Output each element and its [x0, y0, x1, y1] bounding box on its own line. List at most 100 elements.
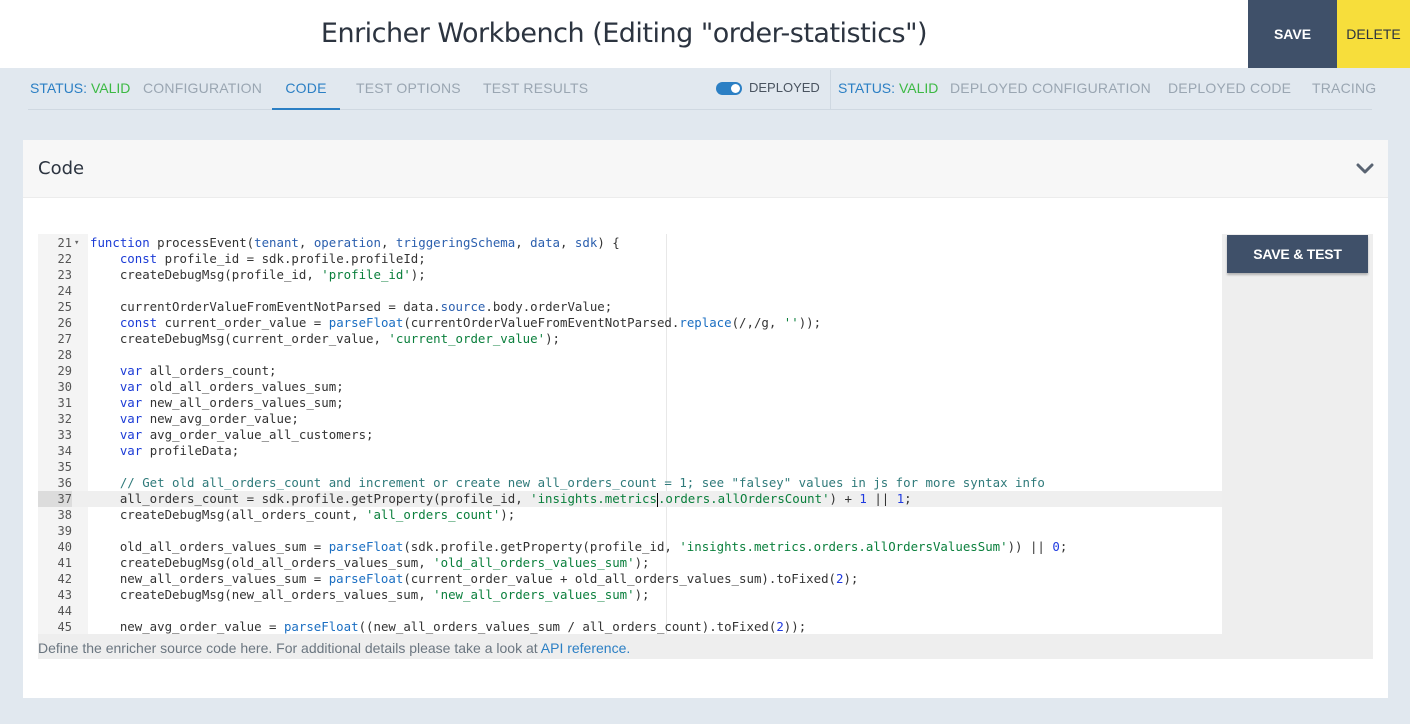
code-line[interactable]: 27 createDebugMsg(current_order_value, '… — [38, 331, 1222, 347]
deployed-toggle[interactable] — [716, 82, 742, 95]
tab-code[interactable]: CODE — [272, 68, 340, 110]
line-text: var new_all_orders_values_sum; — [119, 395, 344, 410]
line-text: var old_all_orders_values_sum; — [119, 379, 344, 394]
code-line[interactable]: 45 new_avg_order_value = parseFloat((new… — [38, 619, 1222, 634]
code-line[interactable]: 25 currentOrderValueFromEventNotParsed =… — [38, 299, 1222, 315]
toggle-knob — [731, 84, 740, 93]
line-number: 44 — [57, 604, 72, 618]
code-line[interactable]: 42 new_all_orders_values_sum = parseFloa… — [38, 571, 1222, 587]
save-button[interactable]: SAVE — [1248, 0, 1337, 68]
line-number: 35 — [57, 460, 72, 474]
code-line[interactable]: 26 const current_order_value = parseFloa… — [38, 315, 1222, 331]
code-line[interactable]: 31 var new_all_orders_values_sum; — [38, 395, 1222, 411]
line-text: function processEvent(tenant, operation,… — [90, 235, 620, 250]
code-line[interactable]: 23 createDebugMsg(profile_id, 'profile_i… — [38, 267, 1222, 283]
code-line[interactable]: 22 const profile_id = sdk.profile.profil… — [38, 251, 1222, 267]
code-panel-header[interactable]: Code — [23, 140, 1388, 198]
status-label: STATUS: — [30, 80, 88, 96]
line-number: 22 — [57, 252, 72, 266]
line-text: new_avg_order_value = parseFloat((new_al… — [90, 619, 807, 634]
code-line[interactable]: 30 var old_all_orders_values_sum; — [38, 379, 1222, 395]
status-indicator-left: STATUS: VALID — [30, 68, 130, 110]
line-text: createDebugMsg(current_order_value, 'cur… — [90, 331, 560, 346]
line-number: 41 — [57, 556, 72, 570]
tab-deployed-code[interactable]: DEPLOYED CODE — [1168, 68, 1291, 110]
code-line[interactable]: 34 var profileData; — [38, 443, 1222, 459]
line-number: 30 — [57, 380, 72, 394]
code-line[interactable]: 32 var new_avg_order_value; — [38, 411, 1222, 427]
code-line[interactable]: 29 var all_orders_count; — [38, 363, 1222, 379]
line-number: 39 — [57, 524, 72, 538]
code-line[interactable]: 33 var avg_order_value_all_customers; — [38, 427, 1222, 443]
line-text: createDebugMsg(new_all_orders_values_sum… — [90, 587, 650, 602]
line-number: 23 — [57, 268, 72, 282]
page-title: Enricher Workbench (Editing "order-stati… — [320, 18, 928, 49]
tabs-vertical-divider — [830, 70, 831, 110]
fold-toggle-icon[interactable]: ▾ — [74, 235, 79, 251]
deployed-toggle-label: DEPLOYED — [749, 80, 820, 95]
line-number: 27 — [57, 332, 72, 346]
line-text: old_all_orders_values_sum = parseFloat(s… — [90, 539, 1068, 554]
code-line[interactable]: 35 — [38, 459, 1222, 475]
code-line[interactable]: 41 createDebugMsg(old_all_orders_values_… — [38, 555, 1222, 571]
status-value: VALID — [90, 80, 131, 96]
line-text: all_orders_count = sdk.profile.getProper… — [90, 491, 912, 507]
line-text: const profile_id = sdk.profile.profileId… — [119, 251, 426, 266]
status-label: STATUS: — [838, 80, 896, 96]
editor-area: 21 ▾ function processEvent(tenant, operati… — [38, 234, 1373, 659]
code-panel: Code 21 ▾ function processEvent(tenant, op… — [23, 140, 1388, 698]
delete-button[interactable]: DELETE — [1337, 0, 1410, 68]
api-reference-link[interactable]: API reference. — [541, 640, 631, 656]
line-number: 38 — [57, 508, 72, 522]
help-description: Define the enricher source code here. Fo… — [38, 640, 538, 656]
tab-tracing[interactable]: TRACING — [1312, 68, 1376, 110]
line-number: 21 — [57, 236, 72, 250]
code-editor[interactable]: 21 ▾ function processEvent(tenant, operati… — [38, 234, 1222, 634]
tab-deployed-configuration[interactable]: DEPLOYED CONFIGURATION — [950, 68, 1151, 110]
status-value: VALID — [898, 80, 939, 96]
line-number: 34 — [57, 444, 72, 458]
line-text: var new_avg_order_value; — [119, 411, 299, 426]
line-number: 45 — [57, 620, 72, 634]
tab-test-options[interactable]: TEST OPTIONS — [356, 68, 461, 110]
code-lines: 21 ▾ function processEvent(tenant, operati… — [38, 235, 1222, 634]
app-header: Enricher Workbench (Editing "order-stati… — [0, 0, 1410, 68]
tab-configuration[interactable]: CONFIGURATION — [143, 68, 262, 110]
line-text: currentOrderValueFromEventNotParsed = da… — [90, 299, 613, 314]
code-line[interactable]: 44 — [38, 603, 1222, 619]
line-number: 43 — [57, 588, 72, 602]
line-number: 28 — [57, 348, 72, 362]
line-text: createDebugMsg(old_all_orders_values_sum… — [90, 555, 650, 570]
line-text: var profileData; — [119, 443, 240, 458]
code-line[interactable]: 40 old_all_orders_values_sum = parseFloa… — [38, 539, 1222, 555]
line-number: 32 — [57, 412, 72, 426]
line-text: new_all_orders_values_sum = parseFloat(c… — [90, 571, 859, 586]
line-text: createDebugMsg(all_orders_count, 'all_or… — [90, 507, 516, 522]
line-text: // Get old all_orders_count and incremen… — [119, 475, 1045, 490]
line-number: 40 — [57, 540, 72, 554]
line-number: 25 — [57, 300, 72, 314]
code-line[interactable]: 38 createDebugMsg(all_orders_count, 'all… — [38, 507, 1222, 523]
code-line[interactable]: 36 // Get old all_orders_count and incre… — [38, 475, 1222, 491]
code-line[interactable]: 28 — [38, 347, 1222, 363]
code-line[interactable]: 39 — [38, 523, 1222, 539]
line-number: 36 — [57, 476, 72, 490]
line-number: 33 — [57, 428, 72, 442]
line-number: 29 — [57, 364, 72, 378]
code-line[interactable]: 43 createDebugMsg(new_all_orders_values_… — [38, 587, 1222, 603]
code-line[interactable]: 24 — [38, 283, 1222, 299]
tab-test-results[interactable]: TEST RESULTS — [483, 68, 588, 110]
help-text: Define the enricher source code here. Fo… — [38, 640, 630, 656]
save-and-test-button[interactable]: SAVE & TEST — [1227, 235, 1368, 273]
code-line[interactable]: 37 all_orders_count = sdk.profile.getPro… — [38, 491, 1222, 507]
line-text: var avg_order_value_all_customers; — [119, 427, 374, 442]
line-number: 24 — [57, 284, 72, 298]
line-text: const current_order_value = parseFloat(c… — [119, 315, 822, 330]
line-text: var all_orders_count; — [119, 363, 277, 378]
code-line[interactable]: 21 ▾ function processEvent(tenant, operati… — [38, 235, 1222, 251]
line-number: 31 — [57, 396, 72, 410]
line-number: 42 — [57, 572, 72, 586]
text-cursor — [656, 492, 658, 507]
chevron-down-icon[interactable] — [1356, 160, 1374, 178]
line-number: 26 — [57, 316, 72, 330]
